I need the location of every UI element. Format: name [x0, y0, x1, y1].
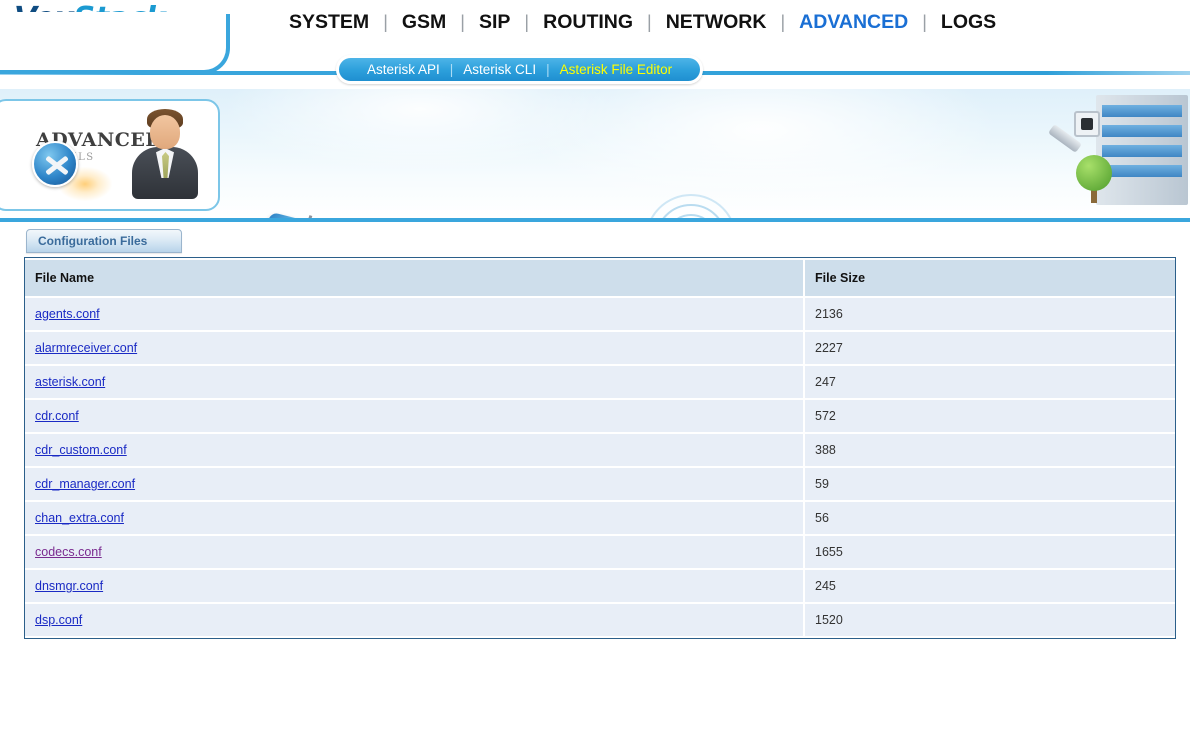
- file-link-dnsmgr-conf[interactable]: dnsmgr.conf: [35, 579, 103, 593]
- cell-file-size: 1520: [803, 604, 1175, 636]
- cell-file-size: 247: [803, 366, 1175, 398]
- tab-label: Configuration Files: [38, 234, 148, 248]
- file-link-alarmreceiver-conf[interactable]: alarmreceiver.conf: [35, 341, 137, 355]
- nav-separator: |: [460, 12, 465, 32]
- nav-separator: |: [647, 12, 652, 32]
- cell-file-name: alarmreceiver.conf: [25, 332, 803, 364]
- signal-rings-icon: [645, 194, 737, 218]
- column-header-file-size: File Size: [803, 260, 1175, 296]
- header-divider: Asterisk API | Asterisk CLI | Asterisk F…: [0, 12, 1190, 88]
- cell-file-name: agents.conf: [25, 298, 803, 330]
- cell-file-name: codecs.conf: [25, 536, 803, 568]
- tools-badge-icon: [32, 141, 78, 187]
- table-head: File Name File Size: [25, 260, 1175, 296]
- cell-file-name: asterisk.conf: [25, 366, 803, 398]
- businessman-icon: [130, 107, 200, 199]
- cell-file-size: 56: [803, 502, 1175, 534]
- divider-curve: [0, 14, 230, 74]
- subnav-item-asterisk-cli[interactable]: Asterisk CLI: [455, 62, 544, 77]
- nav-item-logs[interactable]: LOGS: [935, 11, 1002, 34]
- table-row: dsp.conf 1520: [25, 604, 1175, 636]
- table-row: agents.conf 2136: [25, 298, 1175, 330]
- cell-file-name: cdr.conf: [25, 400, 803, 432]
- file-link-cdr-manager-conf[interactable]: cdr_manager.conf: [35, 477, 135, 491]
- nav-item-sip[interactable]: SIP: [473, 11, 516, 34]
- subnav-separator: |: [449, 62, 454, 77]
- cell-file-size: 245: [803, 570, 1175, 602]
- cell-file-size: 572: [803, 400, 1175, 432]
- file-link-agents-conf[interactable]: agents.conf: [35, 307, 100, 321]
- table-row: asterisk.conf 247: [25, 366, 1175, 398]
- nav-separator: |: [524, 12, 530, 32]
- cell-file-size: 2136: [803, 298, 1175, 330]
- file-link-chan-extra-conf[interactable]: chan_extra.conf: [35, 511, 124, 525]
- cell-file-name: dsp.conf: [25, 604, 803, 636]
- table-row: chan_extra.conf 56: [25, 502, 1175, 534]
- file-link-cdr-custom-conf[interactable]: cdr_custom.conf: [35, 443, 127, 457]
- cell-file-size: 1655: [803, 536, 1175, 568]
- table-row: codecs.conf 1655: [25, 536, 1175, 568]
- file-link-asterisk-conf[interactable]: asterisk.conf: [35, 375, 105, 389]
- wifi-signal-icon: [395, 219, 425, 222]
- hero-banner: ADVANCED DETAILS Free Communication Open…: [0, 89, 1190, 222]
- sub-navigation: Asterisk API | Asterisk CLI | Asterisk F…: [336, 55, 704, 84]
- satellite-arm-icon: [302, 215, 313, 218]
- tab-configuration-files[interactable]: Configuration Files: [26, 229, 182, 253]
- cell-file-size: 388: [803, 434, 1175, 466]
- table-row: cdr.conf 572: [25, 400, 1175, 432]
- subnav-item-asterisk-api[interactable]: Asterisk API: [359, 62, 448, 77]
- cell-file-name: chan_extra.conf: [25, 502, 803, 534]
- cell-file-name: dnsmgr.conf: [25, 570, 803, 602]
- satellite-dish-icon: [280, 220, 343, 222]
- file-link-cdr-conf[interactable]: cdr.conf: [35, 409, 79, 423]
- configuration-files-table-container: File Name File Size agents.conf 2136 ala…: [24, 257, 1176, 639]
- nav-item-gsm[interactable]: GSM: [396, 11, 452, 34]
- subnav-separator: |: [546, 62, 550, 77]
- table-header-row: File Name File Size: [25, 260, 1175, 296]
- table-row: cdr_manager.conf 59: [25, 468, 1175, 500]
- nav-separator: |: [922, 12, 927, 32]
- cell-file-size: 59: [803, 468, 1175, 500]
- main-navigation: SYSTEM | GSM | SIP | ROUTING | NETWORK |…: [283, 11, 1002, 34]
- rj45-port-icon: [1074, 111, 1100, 137]
- table-row: alarmreceiver.conf 2227: [25, 332, 1175, 364]
- nav-item-system[interactable]: SYSTEM: [283, 11, 375, 34]
- cell-file-name: cdr_manager.conf: [25, 468, 803, 500]
- nav-separator: |: [383, 12, 388, 32]
- table-body: agents.conf 2136 alarmreceiver.conf 2227…: [25, 298, 1175, 636]
- file-link-codecs-conf[interactable]: codecs.conf: [35, 545, 102, 559]
- configuration-files-table: File Name File Size agents.conf 2136 ala…: [25, 258, 1175, 638]
- cell-file-name: cdr_custom.conf: [25, 434, 803, 466]
- table-row: cdr_custom.conf 388: [25, 434, 1175, 466]
- subnav-item-asterisk-file-editor[interactable]: Asterisk File Editor: [552, 62, 681, 77]
- nav-item-network[interactable]: NETWORK: [660, 11, 773, 34]
- nav-item-advanced[interactable]: ADVANCED: [793, 11, 914, 34]
- cell-file-size: 2227: [803, 332, 1175, 364]
- column-header-file-name: File Name: [25, 260, 803, 296]
- building-icon: [1096, 95, 1188, 205]
- nav-item-routing[interactable]: ROUTING: [537, 11, 639, 34]
- table-row: dnsmgr.conf 245: [25, 570, 1175, 602]
- file-link-dsp-conf[interactable]: dsp.conf: [35, 613, 82, 627]
- nav-separator: |: [780, 12, 786, 32]
- tree-icon: [1076, 155, 1112, 191]
- mobile-phone-icon: [254, 211, 304, 218]
